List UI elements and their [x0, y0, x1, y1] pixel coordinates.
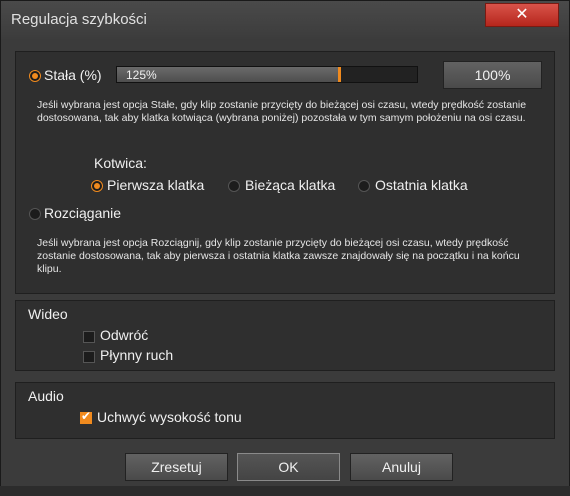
reverse-checkbox[interactable]	[83, 331, 95, 343]
pitch-label[interactable]: Uchwyć wysokość tonu	[97, 409, 242, 425]
stretch-label[interactable]: Rozciąganie	[44, 205, 121, 221]
background-strip	[0, 486, 570, 496]
stretch-radio[interactable]	[29, 208, 41, 220]
close-icon: ✕	[515, 6, 529, 23]
constant-radio[interactable]	[29, 70, 41, 82]
reverse-label[interactable]: Odwróć	[100, 327, 148, 343]
audio-heading: Audio	[28, 388, 64, 404]
ok-button[interactable]: OK	[237, 453, 340, 481]
slider-thumb[interactable]	[338, 67, 341, 82]
video-heading: Wideo	[28, 306, 68, 322]
constant-label[interactable]: Stała (%)	[44, 67, 102, 83]
speed-dialog: Regulacja szybkości ✕ Stała (%) 125% 100…	[0, 0, 570, 496]
stretch-description: Jeśli wybrana jest opcja Rozciągnij, gdy…	[37, 237, 520, 275]
smooth-label[interactable]: Płynny ruch	[100, 347, 173, 363]
reset-percent-button[interactable]: 100%	[443, 61, 542, 89]
pitch-checkbox[interactable]	[80, 409, 92, 424]
anchor-current-radio[interactable]	[228, 180, 240, 192]
anchor-label: Kotwica:	[94, 155, 147, 171]
reset-button[interactable]: Zresetuj	[125, 453, 228, 481]
anchor-current-label[interactable]: Bieżąca klatka	[245, 177, 335, 193]
title-bar[interactable]: Regulacja szybkości ✕	[1, 1, 569, 39]
slider-value: 125%	[126, 68, 157, 82]
video-panel	[15, 300, 555, 371]
smooth-checkbox[interactable]	[83, 351, 95, 363]
anchor-last-radio[interactable]	[358, 180, 370, 192]
anchor-first-radio[interactable]	[91, 180, 103, 192]
dialog-title: Regulacja szybkości	[11, 11, 147, 28]
anchor-first-label[interactable]: Pierwsza klatka	[107, 177, 204, 193]
cancel-button[interactable]: Anuluj	[350, 453, 453, 481]
constant-description: Jeśli wybrana jest opcja Stałe, gdy klip…	[37, 99, 527, 124]
close-button[interactable]: ✕	[485, 3, 559, 27]
speed-slider[interactable]: 125%	[116, 66, 418, 83]
anchor-last-label[interactable]: Ostatnia klatka	[375, 177, 468, 193]
audio-panel	[15, 382, 555, 439]
